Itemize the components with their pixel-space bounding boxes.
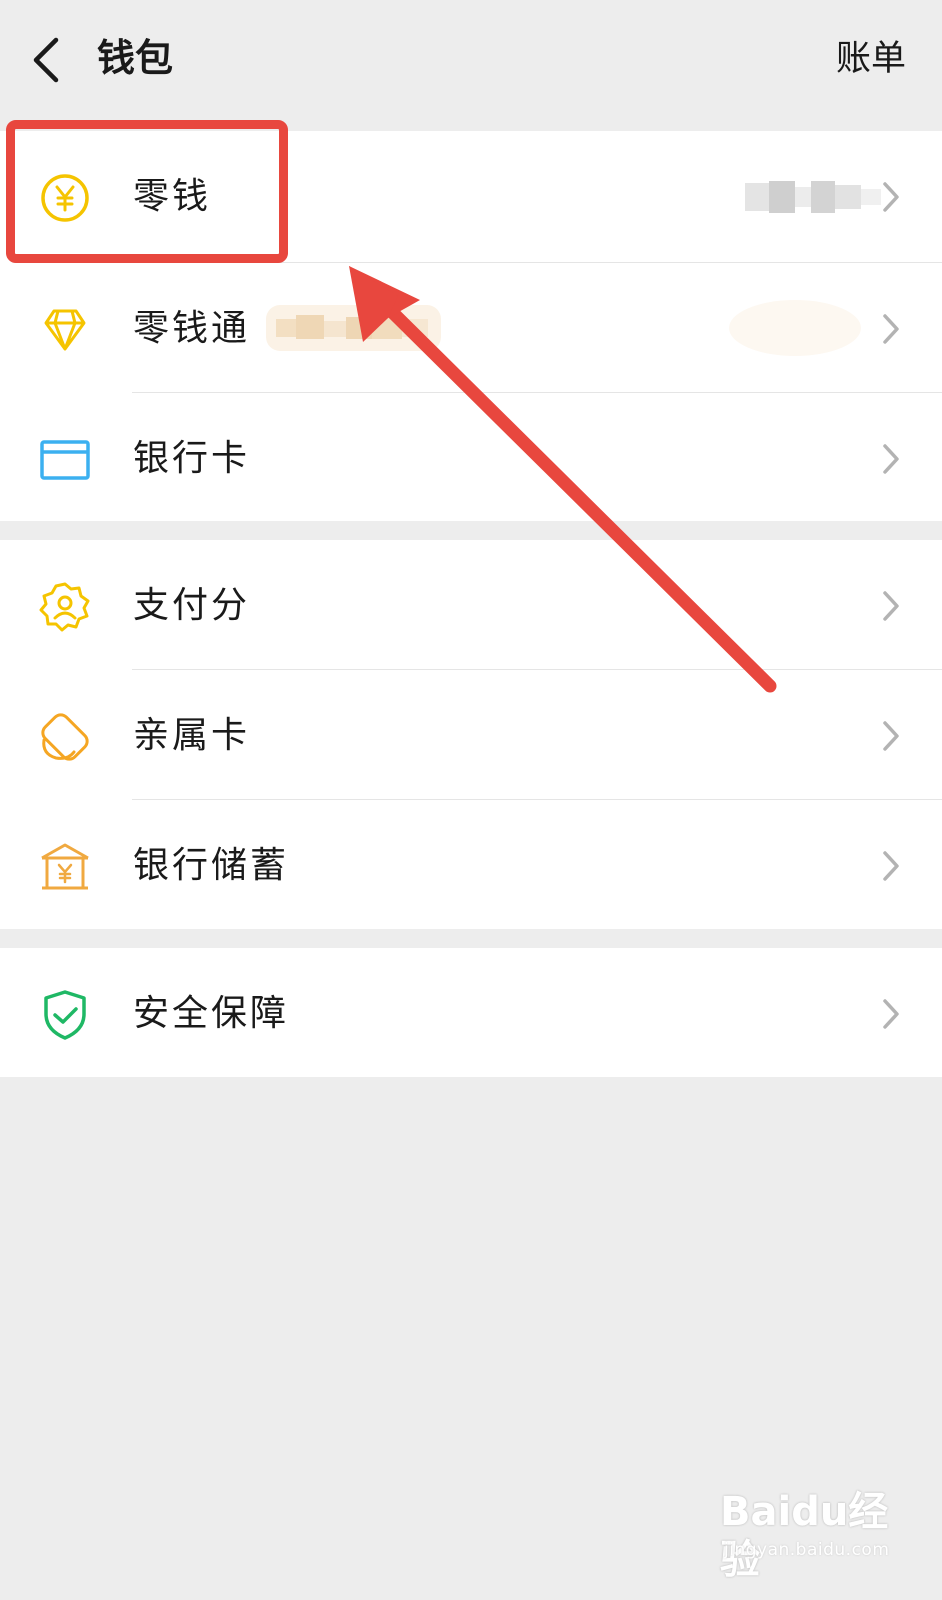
menu-item-pay-score[interactable]: 支付分 — [0, 540, 942, 670]
highlight-box — [6, 120, 288, 263]
bank-card-icon — [40, 440, 90, 480]
menu-item-bank-card[interactable]: 银行卡 — [0, 393, 942, 521]
blurred-info — [729, 300, 861, 356]
bank-savings-icon — [41, 843, 89, 890]
menu-item-family-card[interactable]: 亲属卡 — [0, 670, 942, 800]
chevron-right-icon — [883, 721, 899, 751]
bills-button[interactable]: 账单 — [836, 32, 906, 86]
menu-item-lingqiantong[interactable]: 零钱通 — [0, 263, 942, 393]
menu-item-bank-savings[interactable]: 银行储蓄 — [0, 800, 942, 929]
chevron-right-icon — [883, 999, 899, 1029]
menu-item-label: 安全保障 — [133, 993, 290, 1034]
watermark-logo: Baidu经验 — [720, 1489, 889, 1583]
menu-item-label: 亲属卡 — [133, 715, 251, 756]
menu-item-security[interactable]: 安全保障 — [0, 948, 942, 1077]
score-badge-icon — [39, 582, 90, 632]
family-card-icon — [41, 713, 89, 761]
chevron-right-icon — [883, 314, 899, 344]
chevron-left-icon — [33, 37, 59, 83]
chevron-right-icon — [883, 591, 899, 621]
shield-check-icon — [44, 990, 86, 1040]
blurred-balance — [745, 181, 881, 213]
menu-item-label: 银行卡 — [133, 438, 251, 479]
menu-item-label: 零钱通 — [133, 308, 251, 349]
wallet-group-security: 安全保障 — [0, 948, 942, 1077]
page-title: 钱包 — [97, 36, 174, 80]
menu-item-label: 支付分 — [133, 585, 251, 626]
chevron-right-icon — [883, 444, 899, 474]
diamond-icon — [44, 309, 86, 351]
chevron-right-icon — [883, 182, 899, 212]
watermark: Baidu经验 jingyan.baidu.com — [720, 1488, 920, 1583]
menu-item-label: 银行储蓄 — [133, 845, 290, 886]
blurred-info — [266, 305, 441, 351]
watermark-url: jingyan.baidu.com — [724, 1540, 890, 1560]
navigation-bar: 钱包 账单 — [0, 0, 942, 116]
chevron-right-icon — [883, 851, 899, 881]
wallet-group-services: 支付分 亲属卡 银行储蓄 — [0, 540, 942, 929]
back-button[interactable] — [26, 32, 70, 88]
